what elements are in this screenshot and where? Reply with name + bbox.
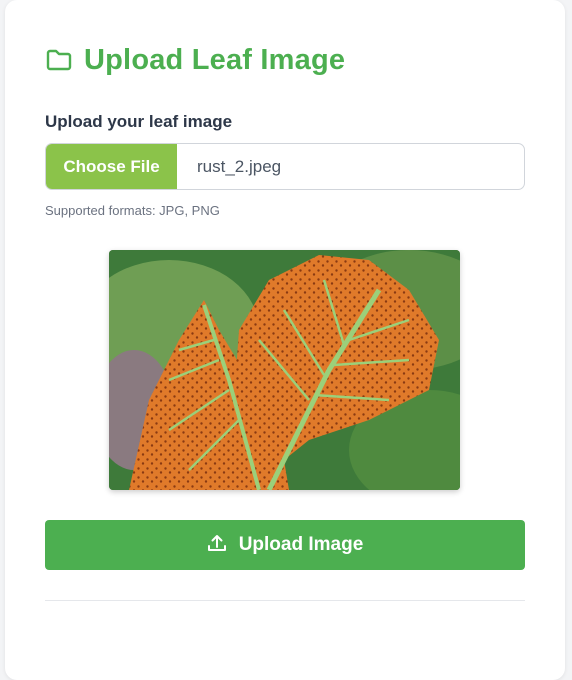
upload-button-label: Upload Image xyxy=(238,534,364,555)
file-input[interactable]: Choose File rust_2.jpeg xyxy=(45,143,525,190)
supported-formats-hint: Supported formats: JPG, PNG xyxy=(45,203,220,218)
upload-image-button[interactable]: Upload Image xyxy=(45,520,525,570)
selected-file-name: rust_2.jpeg xyxy=(197,156,282,176)
page-title: Upload Leaf Image xyxy=(84,43,346,76)
divider xyxy=(45,600,525,601)
leaf-image-preview xyxy=(109,250,460,490)
file-input-label: Upload your leaf image xyxy=(45,112,233,131)
upload-icon xyxy=(207,533,227,558)
page-header: Upload Leaf Image xyxy=(46,40,345,80)
upload-card: Upload Leaf Image Upload your leaf image… xyxy=(5,0,565,680)
folder-icon xyxy=(46,49,72,71)
choose-file-button[interactable]: Choose File xyxy=(46,144,177,189)
